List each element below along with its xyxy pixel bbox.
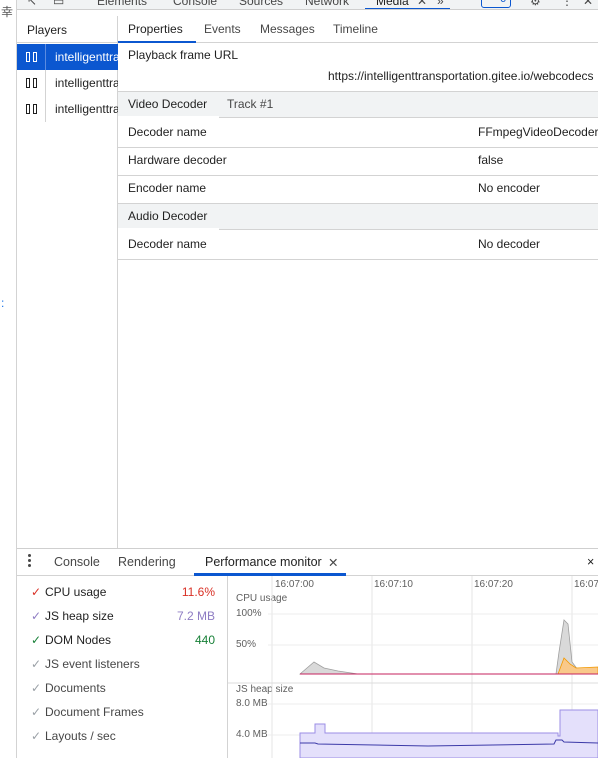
drawer-tab-performance-monitor[interactable]: Performance monitor (205, 555, 322, 569)
video-row-key: Hardware decoder (128, 153, 227, 167)
page-glyph: 幸 (1, 5, 14, 19)
checkmark-icon[interactable]: ✓ (31, 609, 41, 623)
player-item[interactable]: intelligenttransportation (17, 96, 118, 122)
video-decoder-tabs: Video Decoder Track #1 (118, 91, 598, 118)
metric-label: JS heap size (45, 609, 114, 623)
video-row-key: Decoder name (128, 125, 207, 139)
pause-icon (26, 77, 38, 89)
playback-url-value: https://intelligenttransportation.gitee.… (328, 69, 594, 83)
pause-icon (26, 103, 38, 115)
metric-label: DOM Nodes (45, 633, 112, 647)
tab-events[interactable]: Events (204, 22, 241, 36)
tab-media[interactable]: Media (376, 0, 409, 8)
settings-icon[interactable]: ⚙ (530, 0, 541, 8)
players-header-label: Players (27, 23, 68, 37)
player-detail-tabs: Properties Events Messages Timeline (118, 16, 598, 43)
pause-icon (26, 51, 38, 63)
metric-item[interactable]: ✓ JS heap size 7.2 MB (17, 605, 228, 629)
playback-url-label: Playback frame URL (128, 48, 239, 62)
tab-track-1[interactable]: Track #1 (227, 97, 273, 111)
player-item[interactable]: intelligenttransportation (17, 44, 118, 70)
close-devtools-icon[interactable]: ✕ (583, 0, 593, 8)
cpu-area-grey (298, 661, 359, 675)
metric-item[interactable]: ✓ JS event listeners (17, 653, 228, 677)
audio-row-key: Decoder name (128, 237, 207, 251)
drawer-tab-console[interactable]: Console (54, 555, 100, 569)
metric-item[interactable]: ✓ Documents (17, 677, 228, 701)
tab-audio-decoder[interactable]: Audio Decoder (128, 209, 207, 223)
metrics-list: ✓ CPU usage 11.6% ✓ JS heap size 7.2 MB ✓ DOM N… (17, 576, 228, 758)
checkmark-icon[interactable]: ✓ (31, 705, 41, 719)
players-header: Players (17, 16, 118, 43)
metric-value: 440 (194, 633, 215, 647)
heap-area (299, 709, 598, 758)
performance-graph-svg (228, 576, 598, 758)
tab-timeline[interactable]: Timeline (333, 22, 378, 36)
player-details-panel: Properties Events Messages Timeline Play… (118, 16, 598, 548)
tab-elements[interactable]: Elements (97, 0, 147, 8)
metric-label: Layouts / sec (45, 729, 116, 743)
close-icon[interactable]: ✕ (417, 0, 427, 8)
close-icon[interactable]: ✕ (328, 555, 338, 570)
drawer-tabs: Console Rendering Performance monitor ✕ … (17, 548, 598, 576)
metric-label: CPU usage (45, 585, 107, 599)
drawer-tab-rendering[interactable]: Rendering (118, 555, 176, 569)
drawer-menu-icon[interactable] (28, 554, 32, 568)
players-list: Players intelligenttransportation intell… (17, 16, 118, 548)
checkmark-icon[interactable]: ✓ (31, 585, 41, 599)
checkmark-icon[interactable]: ✓ (31, 657, 41, 671)
kebab-menu-icon[interactable]: ⋮ (561, 0, 573, 8)
checkmark-icon[interactable]: ✓ (31, 729, 41, 743)
metric-value: 11.6% (181, 585, 215, 599)
performance-graph: 16:07:00 16:07:10 16:07:20 16:07 CPU usa… (228, 576, 598, 758)
active-tab-indicator (118, 41, 196, 43)
audio-row-value: No decoder (478, 237, 541, 251)
tab-console[interactable]: Console (173, 0, 217, 8)
player-name: intelligenttransportation (55, 102, 118, 116)
tab-messages[interactable]: Messages (260, 22, 315, 36)
player-name: intelligenttransportation (55, 76, 118, 90)
page-glyph: : (1, 296, 5, 310)
close-drawer-icon[interactable]: × (587, 555, 594, 569)
player-item[interactable]: intelligenttransportation (17, 70, 118, 96)
metric-label: JS event listeners (45, 657, 140, 671)
inspect-icon[interactable]: ↖ (27, 0, 37, 8)
active-tab-indicator (365, 8, 450, 9)
device-toolbar-icon[interactable]: ▭ (53, 0, 64, 8)
devtools-main-tabs: ↖ ▭ Elements Console Sources Network Med… (17, 0, 598, 10)
video-row-value: FFmpegVideoDecoder (478, 125, 598, 139)
tab-network[interactable]: Network (305, 0, 349, 8)
metric-item[interactable]: ✓ Document Frames (17, 701, 228, 725)
tab-properties[interactable]: Properties (128, 22, 183, 36)
video-row-key: Encoder name (128, 181, 207, 195)
issues-badge[interactable]: 6 (481, 0, 511, 8)
page-edge: 幸 : (0, 0, 17, 758)
active-tab-indicator (118, 228, 219, 230)
cpu-area-orange (557, 657, 598, 675)
tab-sources[interactable]: Sources (239, 0, 283, 8)
video-row-value: false (478, 153, 504, 167)
video-row-value: No encoder (478, 181, 541, 195)
issues-count: 6 (500, 0, 506, 5)
metric-item[interactable]: ✓ DOM Nodes 440 (17, 629, 228, 653)
tab-video-decoder[interactable]: Video Decoder (128, 97, 207, 111)
metric-label: Document Frames (45, 705, 144, 719)
more-tabs-button[interactable]: » (437, 0, 444, 8)
audio-decoder-tabs: Audio Decoder (118, 203, 598, 230)
metric-value: 7.2 MB (176, 609, 215, 623)
checkmark-icon[interactable]: ✓ (31, 681, 41, 695)
player-name: intelligenttransportation (55, 50, 118, 64)
active-tab-indicator (118, 116, 219, 118)
checkmark-icon[interactable]: ✓ (31, 633, 41, 647)
metric-label: Documents (45, 681, 106, 695)
metric-item[interactable]: ✓ CPU usage 11.6% (17, 581, 228, 605)
metric-item[interactable]: ✓ Layouts / sec (17, 725, 228, 749)
